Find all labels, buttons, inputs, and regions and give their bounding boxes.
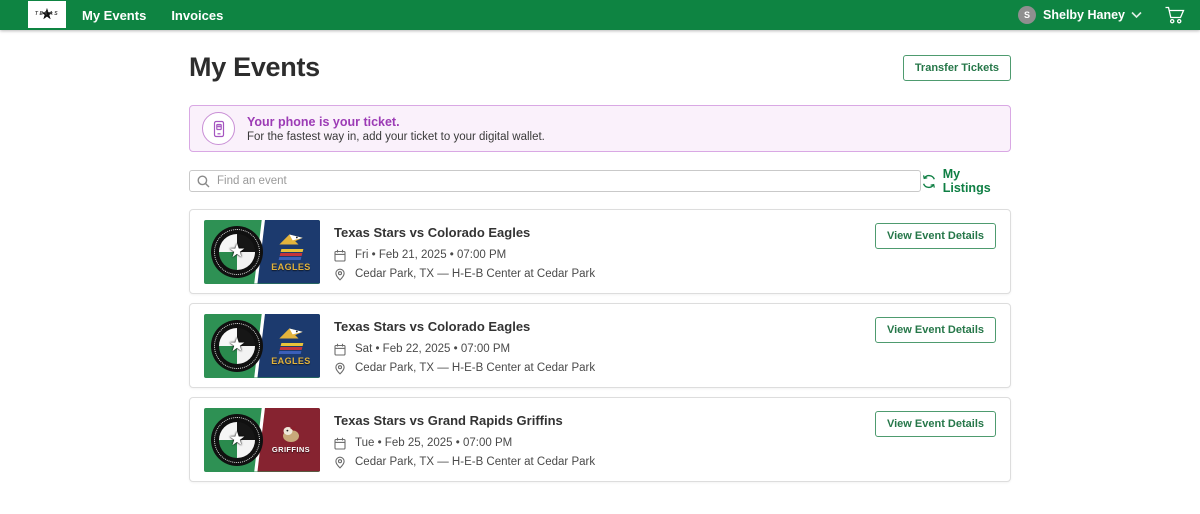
nav-invoices[interactable]: Invoices (171, 8, 223, 23)
opponent-wordmark: EAGLES (271, 262, 310, 272)
texas-stars-roundel-logo: ★ (211, 320, 263, 372)
search-icon (197, 175, 210, 188)
event-location-row: Cedar Park, TX — H-E-B Center at Cedar P… (334, 362, 875, 375)
opponent-emblem: EAGLES (262, 314, 320, 378)
chevron-down-icon[interactable] (1131, 11, 1142, 19)
event-title: Texas Stars vs Grand Rapids Griffins (334, 413, 875, 428)
event-datetime-row: Fri • Feb 21, 2025 • 07:00 PM (334, 249, 875, 262)
event-title: Texas Stars vs Colorado Eagles (334, 225, 875, 240)
main-content: My Events Transfer Tickets Your phone is… (189, 52, 1011, 482)
event-datetime: Fri • Feb 21, 2025 • 07:00 PM (355, 249, 506, 261)
cart-icon[interactable] (1164, 5, 1186, 25)
view-event-details-button[interactable]: View Event Details (875, 411, 996, 437)
event-location-row: Cedar Park, TX — H-E-B Center at Cedar P… (334, 456, 875, 469)
avatar[interactable]: S (1018, 6, 1036, 24)
texas-stars-roundel-logo: ★ (211, 414, 263, 466)
user-name[interactable]: Shelby Haney (1043, 8, 1125, 22)
event-location: Cedar Park, TX — H-E-B Center at Cedar P… (355, 456, 595, 468)
search-row: My Listings (189, 167, 1011, 195)
event-location-row: Cedar Park, TX — H-E-B Center at Cedar P… (334, 268, 875, 281)
event-thumbnail: ★ EAGLES (204, 314, 320, 378)
location-pin-icon (334, 456, 346, 469)
event-location: Cedar Park, TX — H-E-B Center at Cedar P… (355, 362, 595, 374)
view-event-details-button[interactable]: View Event Details (875, 223, 996, 249)
texas-stars-logo[interactable]: ★ TEXAS (28, 1, 66, 28)
eagles-stripes (279, 343, 304, 354)
search-wrap (189, 170, 921, 192)
my-listings-label: My Listings (943, 167, 1011, 195)
event-card: ★ EAGLES Texas Star (189, 303, 1011, 388)
event-datetime: Sat • Feb 22, 2025 • 07:00 PM (355, 343, 510, 355)
view-event-details-button[interactable]: View Event Details (875, 317, 996, 343)
event-list: ★ EAGLES Texas Star (189, 209, 1011, 482)
griffin-icon (278, 425, 304, 443)
event-datetime: Tue • Feb 25, 2025 • 07:00 PM (355, 437, 512, 449)
event-thumbnail: ★ GRIFFINS (204, 408, 320, 472)
event-info: Texas Stars vs Colorado Eagles Sat • Feb… (334, 317, 875, 375)
event-datetime-row: Sat • Feb 22, 2025 • 07:00 PM (334, 343, 875, 356)
opponent-wordmark: GRIFFINS (272, 445, 310, 454)
event-info: Texas Stars vs Grand Rapids Griffins Tue… (334, 411, 875, 469)
opponent-emblem: EAGLES (262, 220, 320, 284)
event-info: Texas Stars vs Colorado Eagles Fri • Feb… (334, 223, 875, 281)
banner-title: Your phone is your ticket. (247, 115, 545, 129)
sync-icon (921, 174, 937, 189)
calendar-icon (334, 249, 346, 262)
logo-wordmark: TEXAS (35, 11, 59, 17)
banner-subtitle: For the fastest way in, add your ticket … (247, 131, 545, 143)
eagle-head-icon (276, 326, 306, 341)
page-title: My Events (189, 52, 320, 83)
event-card: ★ EAGLES Texas Star (189, 209, 1011, 294)
event-title: Texas Stars vs Colorado Eagles (334, 319, 875, 334)
main-nav: My Events Invoices (82, 8, 223, 23)
location-pin-icon (334, 268, 346, 281)
phone-ticket-banner: Your phone is your ticket. For the faste… (189, 105, 1011, 152)
user-area: S Shelby Haney (1018, 5, 1186, 25)
event-datetime-row: Tue • Feb 25, 2025 • 07:00 PM (334, 437, 875, 450)
calendar-icon (334, 437, 346, 450)
location-pin-icon (334, 362, 346, 375)
transfer-tickets-button[interactable]: Transfer Tickets (903, 55, 1011, 81)
opponent-emblem: GRIFFINS (262, 408, 320, 472)
top-navbar: ★ TEXAS My Events Invoices S Shelby Hane… (0, 0, 1200, 30)
eagles-stripes (279, 249, 304, 260)
nav-my-events[interactable]: My Events (82, 8, 146, 23)
my-listings-link[interactable]: My Listings (921, 167, 1011, 195)
calendar-icon (334, 343, 346, 356)
banner-text: Your phone is your ticket. For the faste… (247, 115, 545, 143)
texas-stars-roundel-logo: ★ (211, 226, 263, 278)
opponent-wordmark: EAGLES (271, 356, 310, 366)
search-input[interactable] (189, 170, 921, 192)
event-thumbnail: ★ EAGLES (204, 220, 320, 284)
event-location: Cedar Park, TX — H-E-B Center at Cedar P… (355, 268, 595, 280)
phone-icon (202, 112, 235, 145)
title-row: My Events Transfer Tickets (189, 52, 1011, 83)
eagle-head-icon (276, 232, 306, 247)
event-card: ★ GRIFFINS Texas Stars vs Grand Rapids G… (189, 397, 1011, 482)
